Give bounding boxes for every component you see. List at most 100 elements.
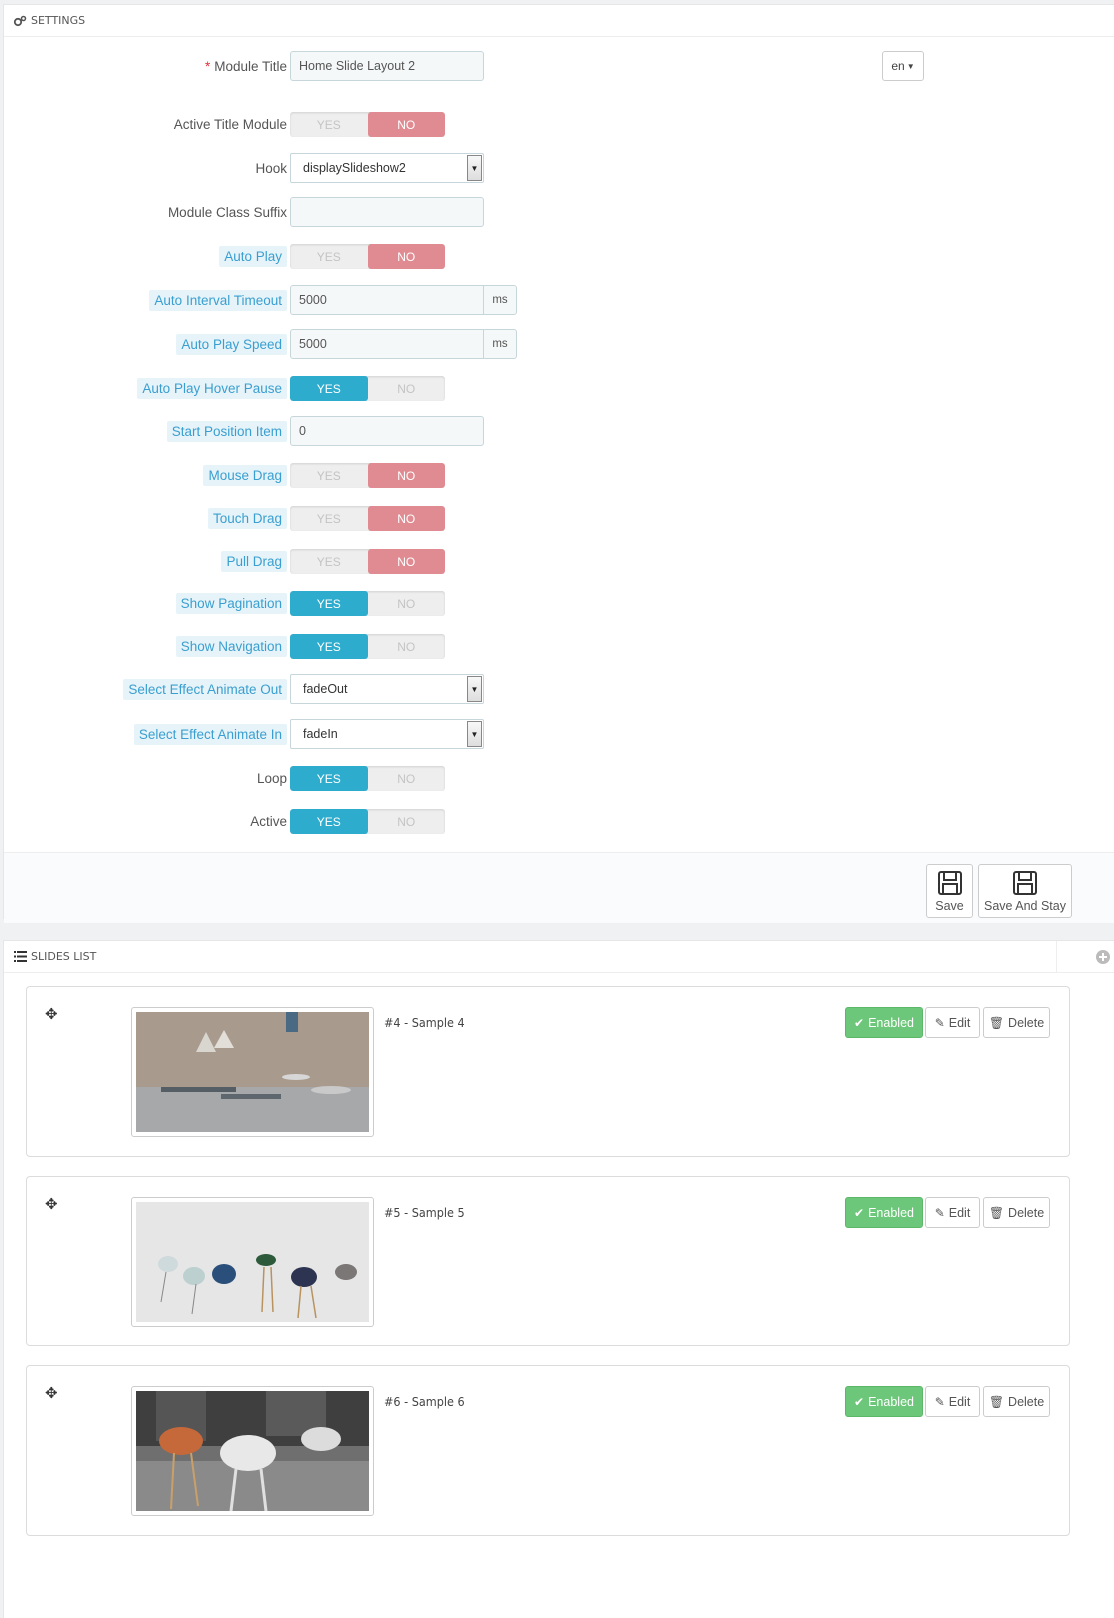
start-position-item-input[interactable]: 0: [290, 416, 484, 446]
delete-button[interactable]: 🗑 Delete: [983, 1386, 1050, 1417]
row-select-effect-animate-out: Select Effect Animate Out fadeOut ▼: [4, 674, 1114, 704]
pull-drag-switch[interactable]: YES NO: [290, 549, 445, 574]
edit-button[interactable]: ✎ Edit: [925, 1007, 980, 1038]
delete-button[interactable]: 🗑 Delete: [983, 1007, 1050, 1038]
switch-yes[interactable]: YES: [290, 112, 368, 137]
mouse-drag-switch[interactable]: YES NO: [290, 463, 445, 488]
switch-yes[interactable]: YES: [290, 634, 368, 659]
switch-no[interactable]: NO: [367, 506, 445, 531]
auto-play-speed-input[interactable]: 5000: [290, 329, 484, 359]
check-icon: ✔: [854, 1394, 865, 1409]
switch-no[interactable]: NO: [368, 809, 446, 834]
slide-title: #5 - Sample 5: [384, 1205, 465, 1220]
row-auto-play-speed: Auto Play Speed 5000 ms: [4, 329, 1114, 359]
slide-thumbnail: [131, 1386, 374, 1516]
switch-yes[interactable]: YES: [290, 506, 368, 531]
settings-panel-title: SETTINGS: [31, 14, 86, 27]
slides-list-panel: SLIDES LIST ✥ #4 - Sample 4 ✔ Enabled ✎ Ed…: [3, 940, 1114, 1618]
switch-yes[interactable]: YES: [290, 809, 368, 834]
save-icon: [937, 871, 962, 895]
row-mouse-drag: Mouse Drag YES NO: [4, 460, 1114, 490]
trash-icon: 🗑: [988, 1015, 1005, 1030]
edit-icon: ✎: [934, 1015, 945, 1030]
row-loop: Loop YES NO: [4, 763, 1114, 793]
save-icon: [1013, 871, 1037, 895]
switch-no[interactable]: NO: [367, 244, 445, 269]
settings-panel-heading: SETTINGS: [4, 5, 1114, 37]
unit-addon: ms: [483, 329, 517, 359]
hook-select[interactable]: displaySlideshow2 ▼: [290, 153, 484, 183]
row-show-pagination: Show Pagination YES NO: [4, 588, 1114, 618]
show-pagination-switch[interactable]: YES NO: [290, 591, 445, 616]
settings-panel-footer: Save Save And Stay: [4, 852, 1114, 923]
switch-no[interactable]: NO: [368, 376, 446, 401]
enabled-button[interactable]: ✔ Enabled: [845, 1197, 923, 1228]
slide-title: #4 - Sample 4: [384, 1015, 465, 1030]
auto-play-hover-pause-switch[interactable]: YES NO: [290, 376, 445, 401]
switch-yes[interactable]: YES: [290, 376, 368, 401]
row-auto-play-hover-pause: Auto Play Hover Pause YES NO: [4, 373, 1114, 403]
enabled-button[interactable]: ✔ Enabled: [845, 1007, 923, 1038]
dropdown-arrow-icon: ▼: [467, 721, 482, 747]
effect-animate-out-select[interactable]: fadeOut ▼: [290, 674, 484, 704]
effect-animate-in-select[interactable]: fadeIn ▼: [290, 719, 484, 749]
save-button[interactable]: Save: [926, 864, 973, 918]
dropdown-arrow-icon: ▼: [467, 676, 482, 702]
language-dropdown[interactable]: en ▼: [882, 51, 924, 81]
save-and-stay-button[interactable]: Save And Stay: [978, 864, 1072, 918]
auto-interval-timeout-label: Auto Interval Timeout: [149, 285, 287, 315]
active-title-module-label: Active Title Module: [173, 116, 287, 132]
edit-button[interactable]: ✎ Edit: [925, 1197, 980, 1228]
module-class-suffix-input[interactable]: [290, 197, 484, 227]
trash-icon: 🗑: [988, 1394, 1005, 1409]
row-auto-interval-timeout: Auto Interval Timeout 5000 ms: [4, 285, 1114, 315]
unit-addon: ms: [483, 285, 517, 315]
slides-list-heading: SLIDES LIST: [4, 941, 1114, 973]
switch-yes[interactable]: YES: [290, 766, 368, 791]
touch-drag-switch[interactable]: YES NO: [290, 506, 445, 531]
row-touch-drag: Touch Drag YES NO: [4, 503, 1114, 533]
trash-icon: 🗑: [988, 1205, 1005, 1220]
move-handle-icon[interactable]: ✥: [45, 1005, 58, 1023]
auto-play-hover-pause-label: Auto Play Hover Pause: [137, 373, 287, 403]
switch-no[interactable]: NO: [368, 766, 446, 791]
switch-yes[interactable]: YES: [290, 549, 368, 574]
save-button-label: Save: [935, 899, 964, 913]
row-pull-drag: Pull Drag YES NO: [4, 546, 1114, 576]
edit-icon: ✎: [934, 1205, 945, 1220]
show-pagination-label: Show Pagination: [175, 588, 287, 618]
edit-button[interactable]: ✎ Edit: [925, 1386, 980, 1417]
switch-yes[interactable]: YES: [290, 244, 368, 269]
switch-yes[interactable]: YES: [290, 463, 368, 488]
slides-list-title: SLIDES LIST: [31, 950, 97, 963]
module-title-input[interactable]: Home Slide Layout 2: [290, 51, 484, 81]
select-effect-animate-out-label: Select Effect Animate Out: [123, 674, 287, 704]
delete-button[interactable]: 🗑 Delete: [983, 1197, 1050, 1228]
switch-no[interactable]: NO: [368, 634, 446, 659]
move-handle-icon[interactable]: ✥: [45, 1384, 58, 1402]
loop-switch[interactable]: YES NO: [290, 766, 445, 791]
list-icon: [13, 951, 27, 963]
switch-no[interactable]: NO: [367, 549, 445, 574]
row-active-title-module: Active Title Module YES NO: [4, 109, 1114, 139]
move-handle-icon[interactable]: ✥: [45, 1195, 58, 1213]
touch-drag-label: Touch Drag: [207, 503, 287, 533]
auto-play-switch[interactable]: YES NO: [290, 244, 445, 269]
switch-no[interactable]: NO: [367, 112, 445, 137]
active-switch[interactable]: YES NO: [290, 809, 445, 834]
start-position-item-label: Start Position Item: [166, 416, 287, 446]
switch-no[interactable]: NO: [367, 463, 445, 488]
module-class-suffix-label: Module Class Suffix: [167, 204, 287, 220]
switch-yes[interactable]: YES: [290, 591, 368, 616]
dropdown-arrow-icon: ▼: [467, 155, 482, 181]
mouse-drag-label: Mouse Drag: [203, 460, 287, 490]
enabled-button[interactable]: ✔ Enabled: [845, 1386, 923, 1417]
auto-interval-timeout-input[interactable]: 5000: [290, 285, 484, 315]
show-navigation-switch[interactable]: YES NO: [290, 634, 445, 659]
add-slide-button[interactable]: [1056, 941, 1114, 973]
switch-no[interactable]: NO: [368, 591, 446, 616]
active-title-module-switch[interactable]: YES NO: [290, 112, 445, 137]
row-auto-play: Auto Play YES NO: [4, 241, 1114, 271]
hook-label: Hook: [255, 160, 287, 176]
caret-down-icon: ▼: [906, 61, 915, 71]
